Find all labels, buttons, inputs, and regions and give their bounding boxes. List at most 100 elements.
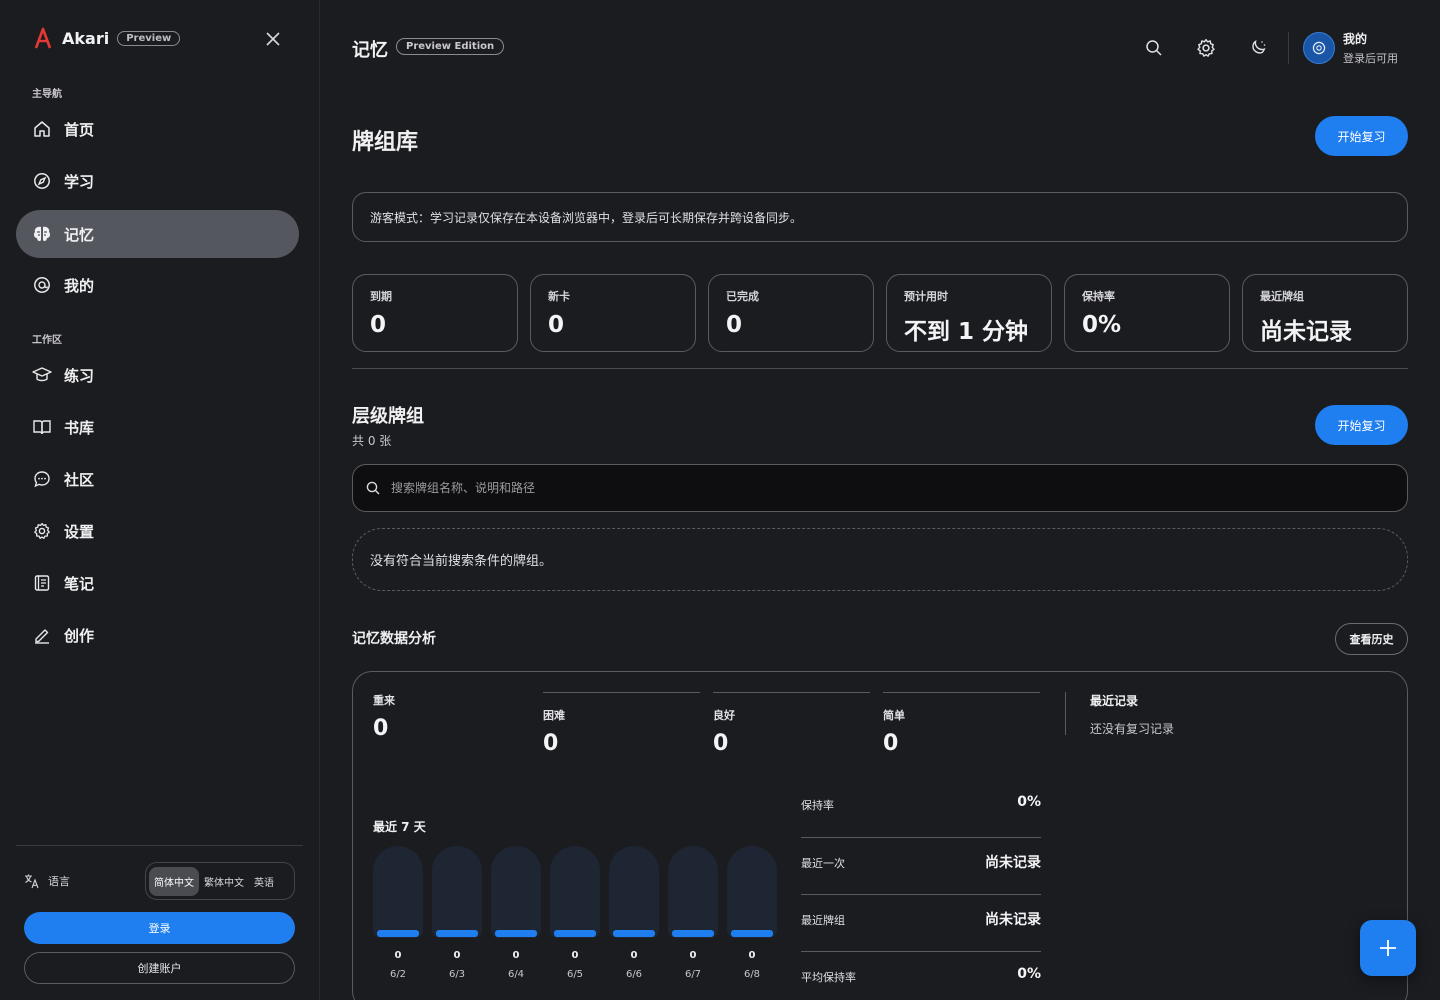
page-title: 记忆 [352,40,388,61]
stat-value: 0 [370,312,387,338]
start-review-button-decks[interactable]: 开始复习 [1315,405,1408,445]
day-bar: 0 6/7 [668,846,718,980]
brain-icon [32,224,52,244]
bar-date: 6/7 [684,969,702,980]
sidebar-item-profile[interactable]: 我的 [16,261,299,309]
edition-badge: Preview Edition [396,38,505,55]
stat-label: 到期 [370,290,392,303]
bar-date: 6/3 [448,969,466,980]
deck-count: 共 0 张 [352,434,392,448]
sidebar: Akari Preview 主导航 首页 学习 记忆 我的 工作区 练习 书库 … [0,0,320,1000]
sidebar-item-label: 书库 [64,418,95,437]
sidebar-item-create[interactable]: 创作 [16,611,299,659]
bar-fill [731,930,773,937]
rating-good: 良好 0 [713,692,870,756]
metric-value: 尚未记录 [985,912,1041,928]
add-button[interactable] [1360,920,1416,976]
language-option-traditional[interactable]: 繁体中文 [199,867,249,896]
pen-icon [32,625,52,645]
sidebar-item-library[interactable]: 书库 [16,403,299,451]
day-bar: 0 6/4 [491,846,541,980]
bar-date: 6/4 [507,969,525,980]
bar-count: 0 [512,950,520,961]
section-divider [352,368,1408,369]
bar-fill [377,930,419,937]
stat-card-due: 到期 0 [352,274,518,352]
bar-track [609,846,659,938]
rating-label: 重来 [373,694,395,707]
deck-search-input[interactable] [391,481,1291,495]
main-content: 记忆 Preview Edition 我的 登录后可用 牌组库 开始复习 游客模… [320,0,1440,1000]
empty-state: 没有符合当前搜索条件的牌组。 [352,528,1408,591]
metric-value: 0% [1017,794,1041,810]
analysis-title: 记忆数据分析 [352,631,436,647]
language-row: 语言 简体中文 繁体中文 英语 [24,862,295,900]
rating-value: 0 [713,731,729,756]
bar-fill [554,930,596,937]
metric-value: 尚未记录 [985,855,1041,871]
graduation-cap-icon [32,365,52,385]
bar-track [727,846,777,938]
view-history-button[interactable]: 查看历史 [1335,623,1408,655]
sidebar-item-practice[interactable]: 练习 [16,351,299,399]
bar-track [373,846,423,938]
search-icon[interactable] [1144,38,1164,58]
user-circle-icon [32,275,52,295]
start-review-button[interactable]: 开始复习 [1315,116,1408,156]
sidebar-item-label: 首页 [64,120,95,139]
day-bar: 0 6/5 [550,846,600,980]
avatar[interactable] [1303,32,1335,64]
bar-track [668,846,718,938]
sidebar-item-label: 我的 [64,276,95,295]
topbar-divider [1288,32,1289,64]
sidebar-item-learn[interactable]: 学习 [16,157,299,205]
bar-count: 0 [748,950,756,961]
gear-icon[interactable] [1196,38,1216,58]
metric-avg-retention: 平均保持率 0% [801,951,1041,1000]
bar-count: 0 [453,950,461,961]
rating-easy: 简单 0 [883,692,1040,756]
sidebar-item-label: 社区 [64,470,95,489]
metric-value: 0% [1017,966,1041,982]
brand[interactable]: Akari Preview [34,26,181,50]
sidebar-item-settings[interactable]: 设置 [16,507,299,555]
metric-recent-deck: 最近牌组 尚未记录 [801,894,1041,951]
sidebar-item-label: 创作 [64,626,95,645]
login-button[interactable]: 登录 [24,912,295,944]
sidebar-item-notes[interactable]: 笔记 [16,559,299,607]
stat-label: 最近牌组 [1260,290,1304,303]
close-sidebar-icon[interactable] [264,30,282,48]
create-account-button[interactable]: 创建账户 [24,952,295,984]
metric-retention: 保持率 0% [801,794,1041,838]
moon-icon[interactable] [1248,38,1268,58]
day-bar: 0 6/3 [432,846,482,980]
day-bar: 0 6/6 [609,846,659,980]
home-icon [32,119,52,139]
notebook-icon [32,573,52,593]
metric-label: 最近牌组 [801,914,845,927]
user-name[interactable]: 我的 [1343,30,1367,47]
deck-search-box[interactable] [352,464,1408,512]
rating-value: 0 [373,716,389,741]
language-label-text: 语言 [48,875,70,888]
stat-label: 新卡 [548,290,570,303]
chat-bubble-icon [32,469,52,489]
sidebar-item-label: 设置 [64,522,95,541]
guest-notice: 游客模式：学习记录仅保存在本设备浏览器中，登录后可长期保存并跨设备同步。 [352,192,1408,242]
bar-date: 6/6 [625,969,643,980]
rating-again: 重来 0 [373,692,530,741]
stat-card-retention: 保持率 0% [1064,274,1230,352]
last-7-days-title: 最近 7 天 [373,820,426,834]
sidebar-item-memory[interactable]: 记忆 [16,210,299,258]
sidebar-item-community[interactable]: 社区 [16,455,299,503]
sidebar-item-home[interactable]: 首页 [16,105,299,153]
language-option-english[interactable]: 英语 [249,867,279,896]
language-option-simplified[interactable]: 简体中文 [149,866,199,896]
metric-label: 平均保持率 [801,971,856,984]
metric-label: 最近一次 [801,857,845,870]
bar-fill [436,930,478,937]
bar-fill [613,930,655,937]
bar-count: 0 [630,950,638,961]
panel-divider [1065,692,1066,735]
bar-track [550,846,600,938]
